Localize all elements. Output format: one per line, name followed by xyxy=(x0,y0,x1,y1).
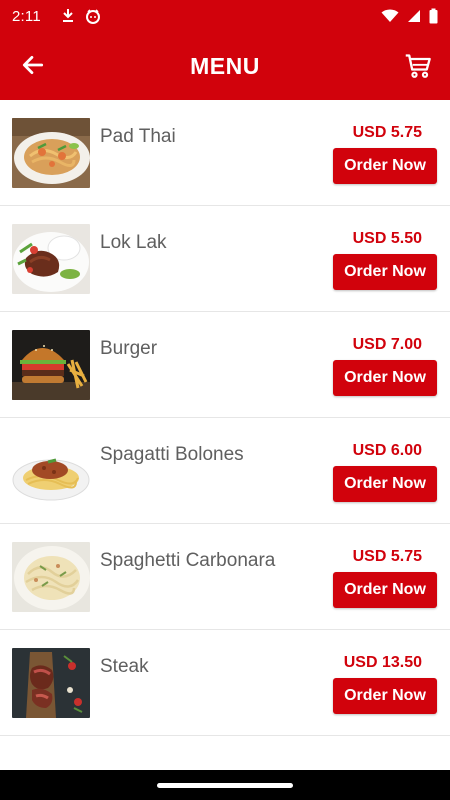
order-now-button[interactable]: Order Now xyxy=(333,360,437,396)
pad-thai-image xyxy=(12,118,90,188)
shopping-cart-icon[interactable] xyxy=(404,52,432,80)
battery-icon xyxy=(429,8,438,24)
order-now-button[interactable]: Order Now xyxy=(333,572,437,608)
spaghetti-carbonara-image xyxy=(12,542,90,612)
page-title: MENU xyxy=(190,52,260,79)
item-price: USD 5.75 xyxy=(352,124,422,141)
status-bar: 2:11 xyxy=(0,0,450,32)
menu-item[interactable]: Steak USD 13.50 Order Now xyxy=(0,630,450,736)
face-notification-icon xyxy=(85,9,100,24)
order-now-button[interactable]: Order Now xyxy=(333,254,437,290)
menu-item[interactable]: Lok Lak USD 5.50 Order Now xyxy=(0,206,450,312)
burger-image xyxy=(12,330,90,400)
steak-image xyxy=(12,648,90,718)
home-gesture-handle[interactable] xyxy=(157,783,293,788)
item-price: USD 7.00 xyxy=(352,336,422,353)
item-name: Spaghetti Carbonara xyxy=(100,550,276,571)
item-name: Burger xyxy=(100,338,158,359)
app-bar: MENU xyxy=(0,32,450,100)
item-name: Lok Lak xyxy=(100,232,167,253)
lok-lak-image xyxy=(12,224,90,294)
item-name: Pad Thai xyxy=(100,126,176,147)
item-price: USD 5.50 xyxy=(352,230,422,247)
menu-item[interactable]: Spagatti Bolones USD 6.00 Order Now xyxy=(0,418,450,524)
status-right xyxy=(381,8,438,24)
menu-item[interactable]: Pad Thai USD 5.75 Order Now xyxy=(0,100,450,206)
menu-list: Pad Thai USD 5.75 Order Now Lok Lak USD … xyxy=(0,100,450,736)
status-time: 2:11 xyxy=(12,7,41,25)
system-navigation-bar xyxy=(0,770,450,800)
order-now-button[interactable]: Order Now xyxy=(333,678,437,714)
menu-item[interactable]: Spaghetti Carbonara USD 5.75 Order Now xyxy=(0,524,450,630)
item-price: USD 5.75 xyxy=(352,548,422,565)
wifi-icon xyxy=(381,9,399,22)
arrow-left-icon[interactable] xyxy=(20,52,46,78)
item-price: USD 6.00 xyxy=(352,442,422,459)
status-left: 2:11 xyxy=(12,8,101,25)
signal-icon xyxy=(408,10,420,22)
order-now-button[interactable]: Order Now xyxy=(333,466,437,502)
order-now-button[interactable]: Order Now xyxy=(333,148,437,184)
spaghetti-bolognese-image xyxy=(12,436,90,506)
item-name: Steak xyxy=(100,656,149,677)
item-price: USD 13.50 xyxy=(343,654,422,671)
item-name: Spagatti Bolones xyxy=(100,444,244,465)
download-notification-icon xyxy=(62,9,73,22)
menu-item[interactable]: Burger USD 7.00 Order Now xyxy=(0,312,450,418)
